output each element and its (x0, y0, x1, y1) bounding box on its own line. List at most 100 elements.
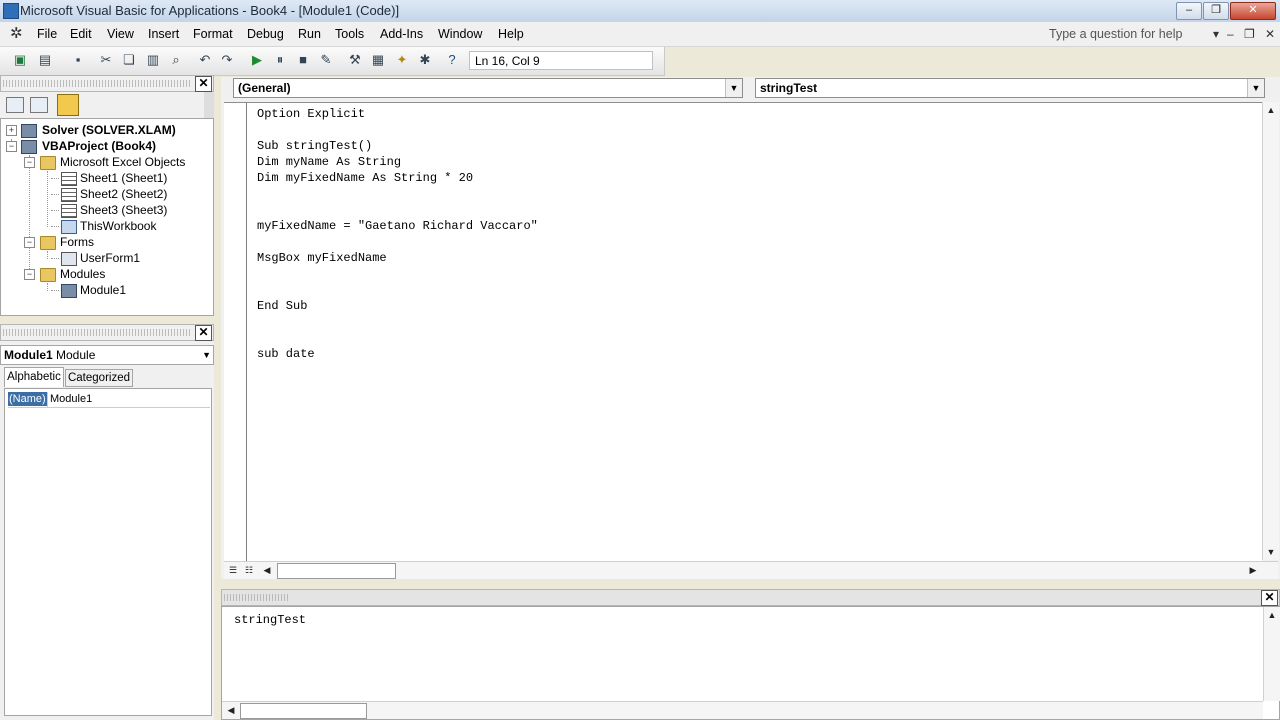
scroll-left-icon[interactable]: ◀ (224, 703, 238, 717)
find-icon[interactable]: ⌕ (168, 52, 184, 68)
undo-icon[interactable]: ↶ (197, 52, 213, 68)
save-icon[interactable]: ▪ (70, 52, 86, 68)
code-vertical-scrollbar[interactable]: ▲ ▼ (1262, 102, 1279, 560)
property-value[interactable]: Module1 (47, 392, 92, 407)
procedure-combo[interactable]: stringTest ▼ (755, 78, 1265, 98)
code-line[interactable]: Sub stringTest() (257, 139, 372, 153)
code-line[interactable]: myFixedName = "Gaetano Richard Vaccaro" (257, 219, 538, 233)
code-line[interactable]: Dim myFixedName As String * 20 (257, 171, 473, 185)
view-code-icon[interactable] (6, 97, 24, 113)
code-line[interactable]: sub date (257, 347, 315, 361)
menu-file[interactable]: File (37, 27, 57, 41)
object-browser-icon[interactable]: ✦ (394, 52, 410, 68)
procedure-view-icon[interactable]: ☰ (226, 563, 240, 577)
chevron-down-icon[interactable]: ▼ (1247, 79, 1264, 97)
menu-debug[interactable]: Debug (247, 27, 284, 41)
project-explorer-close-button[interactable]: ✕ (195, 76, 212, 92)
mdi-close-button[interactable]: ✕ (1265, 27, 1275, 41)
excel-objects-expander[interactable]: − (24, 157, 35, 168)
menu-run[interactable]: Run (298, 27, 321, 41)
tree-sheet1[interactable]: Sheet1 (Sheet1) (80, 171, 167, 185)
mdi-minimize-button[interactable]: – (1227, 27, 1234, 41)
project-explorer-icon[interactable]: ⚒ (347, 52, 363, 68)
scroll-left-icon[interactable]: ◀ (260, 563, 274, 577)
restore-button[interactable]: ❐ (1203, 2, 1229, 20)
properties-icon[interactable]: ▦ (370, 52, 386, 68)
excel-icon[interactable]: ▣ (12, 52, 28, 68)
horizontal-scroll-thumb[interactable] (277, 563, 396, 579)
object-combo[interactable]: (General) ▼ (233, 78, 743, 98)
help-dropdown-icon[interactable]: ▾ (1213, 27, 1219, 41)
code-margin-indicator-bar[interactable] (224, 103, 247, 561)
chevron-down-icon[interactable]: ▼ (202, 346, 211, 364)
scroll-down-icon[interactable]: ▼ (1264, 545, 1278, 559)
menu-add-ins[interactable]: Add-Ins (380, 27, 423, 41)
horizontal-scroll-thumb[interactable] (240, 703, 367, 719)
immediate-text[interactable]: stringTest (234, 613, 306, 627)
properties-object-combo[interactable]: Module1 Module ▼ (0, 345, 214, 365)
scroll-up-icon[interactable]: ▲ (1265, 608, 1279, 622)
immediate-vertical-scrollbar[interactable]: ▲ (1263, 607, 1280, 701)
properties-close-button[interactable]: ✕ (195, 325, 212, 341)
tree-solver[interactable]: Solver (SOLVER.XLAM) (42, 123, 176, 137)
cut-icon[interactable]: ✂ (98, 52, 114, 68)
menu-view[interactable]: View (107, 27, 134, 41)
immediate-window[interactable]: stringTest ▲ ◀ (221, 606, 1280, 720)
tree-userform1[interactable]: UserForm1 (80, 251, 140, 265)
code-line[interactable]: Dim myName As String (257, 155, 401, 169)
menu-help[interactable]: Help (498, 27, 524, 41)
properties-header: ✕ (0, 324, 214, 341)
userform-icon (61, 252, 77, 266)
menu-edit[interactable]: Edit (70, 27, 92, 41)
vba-menu-icon[interactable]: ✲ (10, 26, 26, 42)
toolbox-icon[interactable]: ✱ (417, 52, 433, 68)
tree-forms[interactable]: Forms (60, 235, 94, 249)
tree-vbaproject-book4[interactable]: VBAProject (Book4) (42, 139, 156, 153)
menu-insert[interactable]: Insert (148, 27, 179, 41)
scroll-right-icon[interactable]: ▶ (1246, 563, 1260, 577)
immediate-close-button[interactable]: ✕ (1261, 590, 1278, 606)
immediate-horizontal-scrollbar[interactable]: ◀ (222, 701, 1263, 719)
tree-thisworkbook[interactable]: ThisWorkbook (80, 219, 156, 233)
redo-icon[interactable]: ↷ (219, 52, 235, 68)
paste-icon[interactable]: ▥ (145, 52, 161, 68)
property-row[interactable]: (Name) Module1 (8, 392, 210, 408)
tree-sheet2[interactable]: Sheet2 (Sheet2) (80, 187, 167, 201)
menu-format[interactable]: Format (193, 27, 233, 41)
help-question-box[interactable]: Type a question for help (1049, 27, 1182, 41)
menu-window[interactable]: Window (438, 27, 482, 41)
project-explorer-toolbar (0, 92, 214, 118)
help-icon[interactable]: ? (444, 52, 460, 68)
scroll-up-icon[interactable]: ▲ (1264, 103, 1278, 117)
code-line[interactable]: Option Explicit (257, 107, 365, 121)
view-object-icon[interactable] (30, 97, 48, 113)
tree-microsoft-excel-objects[interactable]: Microsoft Excel Objects (60, 155, 185, 169)
forms-expander[interactable]: − (24, 237, 35, 248)
code-editor[interactable]: Option Explicit Sub stringTest() Dim myN… (224, 102, 1262, 561)
toggle-folders-icon[interactable] (57, 94, 79, 116)
full-module-view-icon[interactable]: ☷ (242, 563, 256, 577)
reset-icon[interactable]: ■ (295, 52, 311, 68)
code-line[interactable]: MsgBox myFixedName (257, 251, 387, 265)
insert-userform-icon[interactable]: ▤ (37, 52, 53, 68)
vbaproject-expander[interactable]: − (6, 141, 17, 152)
code-horizontal-scrollbar[interactable]: ☰ ☷ ◀ ▶ (224, 561, 1278, 579)
tree-sheet3[interactable]: Sheet3 (Sheet3) (80, 203, 167, 217)
tab-alphabetic[interactable]: Alphabetic (4, 367, 64, 387)
run-icon[interactable]: ▶ (249, 52, 265, 68)
design-mode-icon[interactable]: ✎ (318, 52, 334, 68)
copy-icon[interactable]: ❏ (121, 52, 137, 68)
folder-icon (40, 236, 56, 250)
chevron-down-icon[interactable]: ▼ (725, 79, 742, 97)
solver-expander[interactable]: + (6, 125, 17, 136)
tree-module1[interactable]: Module1 (80, 283, 126, 297)
break-icon[interactable]: ⏸ (272, 52, 288, 68)
close-window-button[interactable]: ✕ (1230, 2, 1276, 20)
tree-modules[interactable]: Modules (60, 267, 105, 281)
modules-expander[interactable]: − (24, 269, 35, 280)
code-line[interactable]: End Sub (257, 299, 307, 313)
mdi-restore-button[interactable]: ❐ (1244, 27, 1255, 41)
tab-categorized[interactable]: Categorized (65, 369, 133, 387)
menu-tools[interactable]: Tools (335, 27, 364, 41)
minimize-button[interactable]: – (1176, 2, 1202, 20)
